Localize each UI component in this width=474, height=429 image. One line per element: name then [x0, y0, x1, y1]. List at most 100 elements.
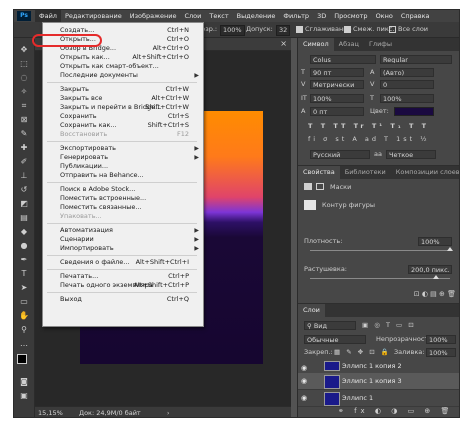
vector-mask-icon[interactable]	[316, 183, 324, 190]
all-layers-checkbox[interactable]: Все слои	[389, 25, 428, 34]
layer-filter-icons[interactable]: ▣ ◎ T ▭ ⊡	[362, 321, 416, 330]
tracking-field[interactable]: 0	[380, 80, 434, 89]
tab-libraries[interactable]: Библиотеки	[340, 166, 391, 179]
file-menu-item[interactable]: Сведения о файле... Alt+Shift+Ctrl+I	[43, 258, 203, 267]
hand-tool-icon[interactable]: ✋	[18, 310, 30, 322]
shape-tool-icon[interactable]: ▭	[18, 296, 30, 308]
shape-mask-thumbnail[interactable]	[304, 200, 316, 210]
vertical-scale-field[interactable]: 100%	[310, 94, 364, 103]
layer-name[interactable]: Эллипс 1 копия 2	[342, 362, 402, 370]
layer-row[interactable]: ◉ Эллипс 1	[298, 390, 459, 407]
file-menu-item[interactable]: Импортировать ▶	[43, 244, 203, 253]
file-menu-item[interactable]: Закрыть и перейти в Bridge... Shift+Ctrl+…	[43, 103, 203, 112]
language-select[interactable]: Русский	[310, 150, 370, 159]
arrow-right-icon[interactable]: ›	[167, 407, 169, 417]
file-menu-item[interactable]: Печать одного экземпляра Alt+Shift+Ctrl+P	[43, 281, 203, 290]
gradient-tool-icon[interactable]: ▤	[18, 212, 30, 224]
density-slider[interactable]	[310, 247, 453, 251]
text-color-swatch[interactable]	[394, 107, 434, 116]
file-menu-item[interactable]: Поместить связанные...	[43, 203, 203, 212]
menu-3d[interactable]: 3D	[313, 10, 330, 22]
contiguous-checkbox[interactable]: Смеж. пикс.	[344, 25, 394, 34]
font-size-field[interactable]: 90 пт	[310, 68, 364, 77]
clone-stamp-tool-icon[interactable]: ⊥	[18, 170, 30, 182]
mask-actions-icons[interactable]: ⊡ ◐ ▤ ⊕ 🗑	[414, 290, 456, 298]
file-menu-item[interactable]: Поиск в Adobe Stock...	[43, 185, 203, 194]
layer-row-selected[interactable]: ◉ Эллипс 1 копия 3	[298, 373, 459, 390]
tab-properties[interactable]: Свойства	[298, 166, 340, 179]
file-menu-item[interactable]: Генерировать ▶	[43, 153, 203, 162]
zoom-tool-icon[interactable]: ⚲	[18, 324, 30, 336]
menu-layers[interactable]: Слои	[180, 10, 205, 22]
menu-filter[interactable]: Фильтр	[279, 10, 313, 22]
path-selection-tool-icon[interactable]: ➤	[18, 282, 30, 294]
leading-field[interactable]: (Авто)	[380, 68, 434, 77]
file-menu-item[interactable]: Закрыть все Alt+Ctrl+W	[43, 94, 203, 103]
menu-select[interactable]: Выделение	[233, 10, 280, 22]
menu-help[interactable]: Справка	[397, 10, 434, 22]
dodge-tool-icon[interactable]: ●	[18, 240, 30, 252]
menu-window[interactable]: Окно	[372, 10, 397, 22]
crop-tool-icon[interactable]: ⌗	[18, 100, 30, 112]
type-tool-icon[interactable]: T	[18, 268, 30, 280]
eyedropper-tool-icon[interactable]: ✎	[18, 128, 30, 140]
text-style-buttons[interactable]: T T TT Tr T¹ T₁ T T	[308, 122, 429, 131]
file-menu-item[interactable]: Автоматизация ▶	[43, 226, 203, 235]
menu-view[interactable]: Просмотр	[330, 10, 371, 22]
tab-layer-comps[interactable]: Композиции слоев	[391, 166, 459, 179]
file-menu-item[interactable]: Открыть как... Alt+Shift+Ctrl+O	[43, 53, 203, 62]
layer-filter-select[interactable]: ⚲ Вид	[304, 321, 356, 330]
lasso-tool-icon[interactable]: ◌	[18, 72, 30, 84]
antialias-select[interactable]: Четкое	[386, 150, 436, 159]
file-menu-item[interactable]: Печатать... Ctrl+P	[43, 272, 203, 281]
file-menu-item[interactable]: Отправить на Behance...	[43, 171, 203, 180]
feather-slider[interactable]	[310, 275, 450, 279]
pixel-mask-icon[interactable]	[304, 183, 312, 190]
feather-field[interactable]: 200,0 пикс.	[408, 265, 452, 274]
quick-mask-icon[interactable]: ◙	[18, 376, 30, 388]
feather-slider-handle[interactable]	[433, 275, 439, 279]
file-menu-item[interactable]: Открыть как смарт-объект...	[43, 62, 203, 71]
visibility-eye-icon[interactable]: ◉	[301, 394, 309, 402]
fill-field[interactable]: 100%	[426, 348, 456, 357]
menu-image[interactable]: Изображение	[126, 10, 181, 22]
frame-tool-icon[interactable]: ⊠	[18, 114, 30, 126]
opentype-buttons[interactable]: fi σ st A ad T 1st ½	[308, 135, 430, 144]
file-menu-item[interactable]: Закрыть Ctrl+W	[43, 85, 203, 94]
visibility-eye-icon[interactable]: ◉	[301, 377, 309, 385]
tab-character[interactable]: Символ	[298, 38, 334, 51]
screen-mode-icon[interactable]: ▣	[18, 390, 30, 402]
density-field[interactable]: 100%	[418, 237, 452, 246]
blur-tool-icon[interactable]: ◆	[18, 226, 30, 238]
tab-paragraph[interactable]: Абзац	[334, 38, 364, 51]
tab-glyphs[interactable]: Глифы	[364, 38, 397, 51]
density-slider-handle[interactable]	[447, 247, 453, 251]
file-menu-item[interactable]: Публикации...	[43, 162, 203, 171]
eraser-tool-icon[interactable]: ◩	[18, 198, 30, 210]
visibility-eye-icon[interactable]: ◉	[301, 364, 309, 372]
layer-name[interactable]: Эллипс 1 копия 3	[342, 377, 402, 385]
more-tools-icon[interactable]: …	[18, 338, 30, 350]
blend-mode-select[interactable]: Обычные	[304, 335, 366, 344]
file-menu-item[interactable]: Экспортировать ▶	[43, 144, 203, 153]
brush-tool-icon[interactable]: ✐	[18, 156, 30, 168]
font-family-select[interactable]: Colus	[310, 55, 376, 64]
layer-name[interactable]: Эллипс 1	[342, 394, 373, 402]
file-menu-item[interactable]: Сценарии ▶	[43, 235, 203, 244]
magic-wand-tool-icon[interactable]: ✧	[18, 86, 30, 98]
tolerance-field[interactable]: 32	[276, 25, 291, 36]
move-tool-icon[interactable]: ✥	[18, 44, 30, 56]
foreground-color-swatch[interactable]	[17, 354, 27, 364]
healing-brush-tool-icon[interactable]: ✚	[18, 142, 30, 154]
tab-layers[interactable]: Слои	[298, 304, 325, 317]
baseline-field[interactable]: 0 пт	[310, 107, 364, 116]
pen-tool-icon[interactable]: ✒	[18, 254, 30, 266]
menu-edit[interactable]: Редактирование	[61, 10, 126, 22]
kerning-field[interactable]: Метрически	[310, 80, 364, 89]
history-brush-tool-icon[interactable]: ↺	[18, 184, 30, 196]
lock-icons[interactable]: ▦ ✎ ✥ ⊡ 🔒	[334, 348, 391, 357]
font-style-select[interactable]: Regular	[380, 55, 452, 64]
file-menu-item[interactable]: Выход Ctrl+Q	[43, 295, 203, 304]
horizontal-scale-field[interactable]: 100%	[380, 94, 434, 103]
menu-file[interactable]: Файл	[35, 10, 61, 22]
